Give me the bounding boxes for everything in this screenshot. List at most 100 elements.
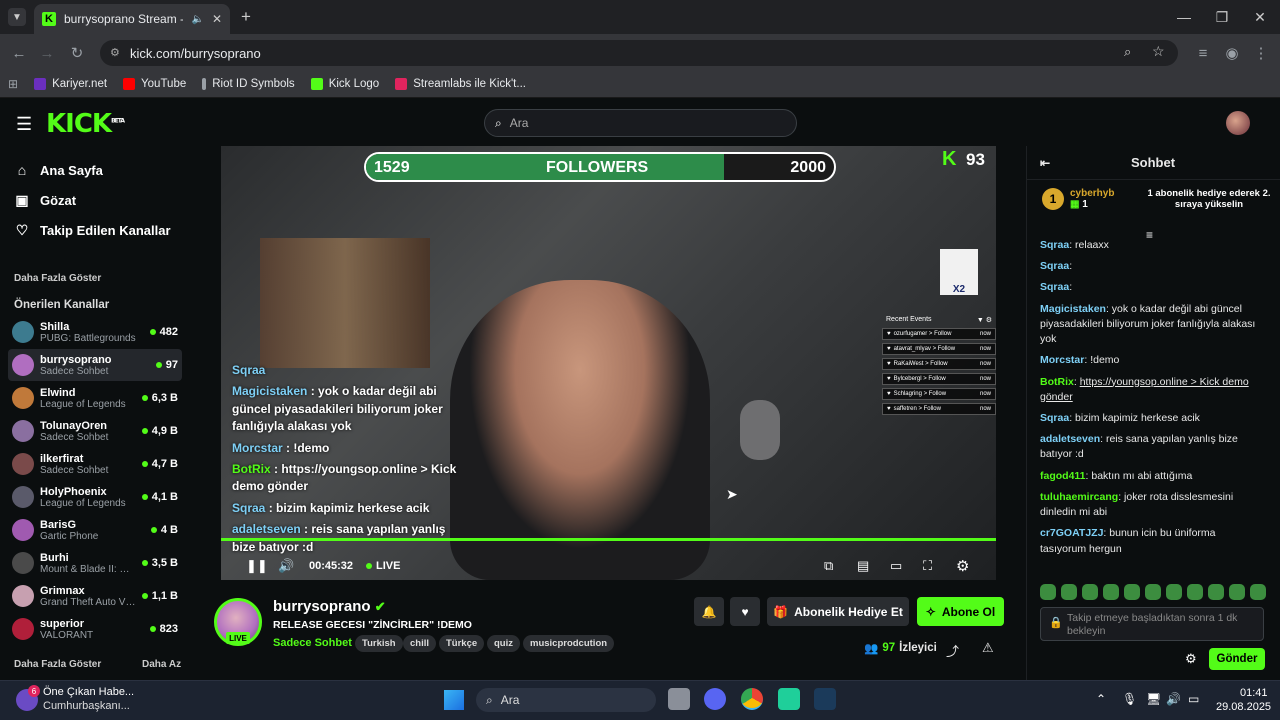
sidebar-channel-superior[interactable]: superior VALORANT 823 xyxy=(8,613,182,645)
battery-icon[interactable]: ▭ xyxy=(1188,692,1199,706)
clock-time[interactable]: 01:41 xyxy=(1240,687,1268,699)
share-icon[interactable]: ⤴ xyxy=(946,641,959,660)
sidebar-channel-tolunayoren[interactable]: TolunayOren Sadece Sohbet 4,9 B xyxy=(8,415,182,447)
collapse-chat-icon[interactable]: ⇤ xyxy=(1040,156,1050,170)
subscribe-button[interactable]: ✧ Abone Ol xyxy=(917,597,1004,626)
back-icon[interactable]: ← xyxy=(6,40,32,66)
chat-username[interactable]: Sqraa xyxy=(1040,281,1069,293)
chat-username[interactable]: Morcstar xyxy=(1040,354,1084,366)
sidebar-channel-elwind[interactable]: Elwind League of Legends 6,3 B xyxy=(8,382,182,414)
apps-icon[interactable]: ⊞ xyxy=(8,77,18,91)
emote-icon[interactable] xyxy=(1229,584,1245,600)
sidebar-channel-grimnax[interactable]: GrimnaxGrand Theft Auto V (G... 1,1 B xyxy=(8,580,182,612)
sidebar-channel-ilkerfirat[interactable]: ilkerfirat Sadece Sohbet 4,7 B xyxy=(8,448,182,480)
follow-heart-button[interactable]: ♥ xyxy=(730,597,760,626)
show-more-link[interactable]: Daha Fazla Göster xyxy=(14,273,101,284)
emote-icon[interactable] xyxy=(1208,584,1224,600)
bookmark-streamlabs[interactable]: Streamlabs ile Kick't... xyxy=(395,77,526,90)
pause-icon[interactable]: ❚❚ xyxy=(246,557,268,575)
chat-settings-icon[interactable]: ⚙ xyxy=(1185,651,1197,667)
profile-icon[interactable]: ◉ xyxy=(1219,40,1245,66)
hamburger-menu-icon[interactable]: ☰ xyxy=(16,114,32,135)
emote-icon[interactable] xyxy=(1166,584,1182,600)
news-title[interactable]: Öne Çıkan Habe... xyxy=(43,686,134,698)
live-indicator[interactable]: LIVE xyxy=(366,557,400,575)
windows-start-icon[interactable] xyxy=(444,690,464,710)
emote-icon[interactable] xyxy=(1103,584,1119,600)
search-input[interactable]: ⌕ Ara xyxy=(484,109,797,137)
forward-icon[interactable]: → xyxy=(34,40,60,66)
chat-username[interactable]: Sqraa xyxy=(1040,260,1069,272)
clip-icon[interactable]: ▤ xyxy=(857,557,869,575)
menu-icon[interactable]: ⋮ xyxy=(1248,40,1274,66)
video-progress-bar[interactable] xyxy=(221,538,996,541)
fullscreen-icon[interactable]: ⛶ xyxy=(923,557,932,575)
report-icon[interactable]: ⚠ xyxy=(982,640,994,656)
sidebar-channel-shilla[interactable]: Shilla PUBG: Battlegrounds 482 xyxy=(8,316,182,348)
bookmark-youtube[interactable]: YouTube xyxy=(123,77,186,90)
network-icon[interactable]: 🖥 xyxy=(1146,692,1161,706)
media-control-icon[interactable]: ≡ xyxy=(1190,40,1216,66)
chat-username[interactable]: Sqraa xyxy=(1040,239,1069,251)
bookmark-kick-logo[interactable]: Kick Logo xyxy=(310,77,379,90)
new-tab-icon[interactable]: + xyxy=(236,6,256,28)
tag-quiz[interactable]: quiz xyxy=(487,635,520,652)
settings-icon[interactable]: ⚙ xyxy=(956,557,969,575)
tag-chill[interactable]: chill xyxy=(403,635,437,652)
taskbar-search[interactable]: ⌕ Ara xyxy=(476,688,656,712)
chat-username[interactable]: BotRix xyxy=(1040,376,1074,388)
miniplayer-icon[interactable]: ⧉ xyxy=(824,557,833,575)
bookmark-star-icon[interactable]: ☆ xyxy=(1152,43,1165,60)
clock-date[interactable]: 29.08.2025 xyxy=(1216,701,1271,713)
tray-overflow-icon[interactable]: ⌃ xyxy=(1096,692,1106,706)
chat-username[interactable]: adaletseven xyxy=(1040,433,1100,445)
chat-input[interactable]: 🔒 Takip etmeye başladıktan sonra 1 dk be… xyxy=(1040,607,1264,641)
theater-mode-icon[interactable]: ▭ xyxy=(890,557,902,575)
nav-following[interactable]: ♡ Takip Edilen Kanallar xyxy=(14,222,171,239)
emote-icon[interactable] xyxy=(1250,584,1266,600)
speaker-icon[interactable]: 🔈 xyxy=(191,14,203,25)
footer-show-less[interactable]: Daha Az xyxy=(142,659,181,670)
tag-turkish[interactable]: Turkish xyxy=(355,635,403,652)
notification-bell-button[interactable]: 🔔 xyxy=(694,597,724,626)
emote-icon[interactable] xyxy=(1082,584,1098,600)
nav-home[interactable]: ⌂ Ana Sayfa xyxy=(14,162,103,178)
reload-icon[interactable]: ↻ xyxy=(64,40,90,66)
microphone-icon[interactable]: 🎙 xyxy=(1122,692,1137,706)
steam-icon[interactable] xyxy=(814,688,836,710)
file-explorer-icon[interactable] xyxy=(668,688,690,710)
zoom-icon[interactable]: ⌕ xyxy=(1124,44,1131,60)
stream-category[interactable]: Sadece Sohbet xyxy=(273,637,352,649)
site-info-icon[interactable]: ⚙ xyxy=(110,46,120,59)
chat-username[interactable]: cr7GOATJZJ xyxy=(1040,527,1103,539)
nav-browse[interactable]: ▣ Gözat xyxy=(14,192,76,209)
chat-username[interactable]: Magicistaken xyxy=(1040,303,1106,315)
bookmark-kariyer[interactable]: Kariyer.net xyxy=(34,77,107,90)
footer-show-more[interactable]: Daha Fazla Göster xyxy=(14,659,101,670)
emote-icon[interactable] xyxy=(1124,584,1140,600)
volume-icon[interactable]: 🔊 xyxy=(278,557,294,575)
sidebar-channel-holyphoenix[interactable]: HolyPhoenix League of Legends 4,1 B xyxy=(8,481,182,513)
volume-tray-icon[interactable]: 🔊 xyxy=(1166,692,1181,706)
sidebar-channel-barisg[interactable]: BarisG Gartic Phone 4 B xyxy=(8,514,182,546)
bookmark-riot-id[interactable]: Riot ID Symbols xyxy=(202,77,295,90)
chat-username[interactable]: tuluhaemircang xyxy=(1040,491,1118,503)
close-window-icon[interactable]: ✕ xyxy=(1240,6,1280,28)
send-button[interactable]: Gönder xyxy=(1209,648,1265,670)
chrome-icon[interactable] xyxy=(741,688,763,710)
emote-icon[interactable] xyxy=(1061,584,1077,600)
tab-list-icon[interactable]: ▼ xyxy=(8,8,26,26)
user-avatar[interactable] xyxy=(1226,111,1250,135)
streamer-name[interactable]: burrysoprano ✔ xyxy=(273,598,386,615)
emote-icon[interactable] xyxy=(1040,584,1056,600)
chat-username[interactable]: Sqraa xyxy=(1040,412,1069,424)
gift-subscription-button[interactable]: 🎁 Abonelik Hediye Et xyxy=(767,597,909,626)
maximize-icon[interactable]: ❐ xyxy=(1202,6,1242,28)
sidebar-channel-burrysoprano[interactable]: burrysoprano Sadece Sohbet 97 xyxy=(8,349,182,381)
emote-icon[interactable] xyxy=(1187,584,1203,600)
minimize-icon[interactable]: — xyxy=(1164,6,1204,28)
app-icon[interactable] xyxy=(778,688,800,710)
discord-icon[interactable] xyxy=(704,688,726,710)
sidebar-channel-burhi[interactable]: Burhi Mount & Blade II: Ba... 3,5 B xyxy=(8,547,182,579)
browser-tab-active[interactable]: K burrysoprano Stream - Wat 🔈 ✕ xyxy=(34,4,230,34)
